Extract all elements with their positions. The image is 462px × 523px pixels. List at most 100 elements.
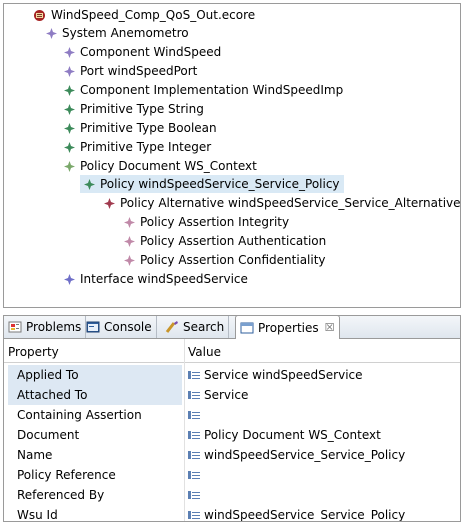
value-column-header[interactable]: Value <box>188 344 221 360</box>
properties-table-header: Property Value <box>4 342 460 363</box>
tree-item-label: Primitive Type Boolean <box>80 121 217 135</box>
tree-item-label: Primitive Type Integer <box>80 140 212 154</box>
tab-search[interactable]: Search <box>161 316 230 338</box>
tree-item[interactable]: Port windSpeedPort <box>60 62 201 80</box>
property-row[interactable]: Policy Reference <box>4 465 460 485</box>
property-key: Referenced By <box>17 488 105 502</box>
tree-item[interactable]: Component WindSpeed <box>60 43 225 61</box>
model-tree[interactable]: WindSpeed_Comp_QoS_Out.ecore System Anemo… <box>3 3 461 308</box>
diamond-icon <box>64 46 75 58</box>
reference-list-icon <box>188 411 200 419</box>
property-row[interactable]: Wsu Id windSpeedService_Service_Policy <box>4 505 460 522</box>
tree-item[interactable]: System Anemometro <box>42 24 193 42</box>
property-value[interactable]: Policy Document WS_Context <box>188 425 381 445</box>
tree-item[interactable]: Primitive Type String <box>60 100 208 118</box>
reference-list-icon <box>188 431 200 439</box>
tab-problems[interactable]: Problems <box>4 316 87 338</box>
property-row[interactable]: Referenced By <box>4 485 460 505</box>
tab-properties[interactable]: Properties ☒ <box>235 316 340 339</box>
diamond-icon <box>64 84 75 96</box>
diamond-icon <box>124 235 135 247</box>
diamond-icon <box>64 273 75 285</box>
tree-item-label: System Anemometro <box>62 26 189 40</box>
diamond-icon <box>104 197 115 209</box>
property-key: Containing Assertion <box>17 408 142 422</box>
property-row[interactable]: Containing Assertion <box>4 405 460 425</box>
property-value-text: Policy Document WS_Context <box>204 428 381 442</box>
tab-label: Search <box>183 320 225 334</box>
diamond-icon <box>64 141 75 153</box>
tree-item-label: Policy Alternative windSpeedService_Serv… <box>120 196 461 210</box>
tree-item-label: Component WindSpeed <box>80 45 222 59</box>
problems-icon <box>8 320 22 334</box>
tab-label: Properties <box>258 320 319 335</box>
ecore-resource-icon <box>33 9 46 22</box>
properties-view: Problems Console Search Properties ☒ Propert… <box>3 315 461 522</box>
tree-item-label: Policy Assertion Confidentiality <box>140 253 326 267</box>
property-value-text: Service <box>204 388 249 402</box>
tree-item[interactable]: Policy Assertion Authentication <box>120 232 330 250</box>
tab-label: Problems <box>26 320 82 334</box>
property-row[interactable]: Applied To Service windSpeedService <box>4 365 460 385</box>
search-icon <box>165 320 179 334</box>
property-value[interactable]: Service <box>188 385 248 405</box>
tree-item[interactable]: Policy Alternative windSpeedService_Serv… <box>100 194 461 212</box>
tree-item[interactable]: Primitive Type Boolean <box>60 119 221 137</box>
property-value-text: windSpeedService_Service_Policy <box>204 448 406 462</box>
diamond-icon <box>64 103 75 115</box>
close-icon[interactable]: ☒ <box>325 317 335 339</box>
tree-item-label: Policy windSpeedService_Service_Policy <box>100 177 340 191</box>
property-value[interactable] <box>188 485 204 505</box>
diamond-icon <box>84 178 95 190</box>
property-value[interactable] <box>188 405 204 425</box>
diamond-icon <box>64 65 75 77</box>
tree-item[interactable]: Component Implementation WindSpeedImp <box>60 81 347 99</box>
reference-list-icon <box>188 371 200 379</box>
tree-item[interactable]: WindSpeed_Comp_QoS_Out.ecore <box>29 6 259 24</box>
tree-item[interactable]: Interface windSpeedService <box>60 270 252 288</box>
properties-icon <box>240 321 254 335</box>
property-value[interactable]: windSpeedService_Service_Policy <box>188 505 406 522</box>
diamond-icon <box>124 254 135 266</box>
tree-item[interactable]: Policy Assertion Integrity <box>120 213 293 231</box>
property-key: Wsu Id <box>17 508 58 522</box>
property-key: Policy Reference <box>17 468 116 482</box>
tree-item[interactable]: Policy Assertion Confidentiality <box>120 251 330 269</box>
property-value-text: windSpeedService_Service_Policy <box>204 508 406 522</box>
tree-item-label: Policy Assertion Authentication <box>140 234 327 248</box>
reference-list-icon <box>188 491 200 499</box>
property-key: Document <box>17 428 80 442</box>
property-key: Attached To <box>8 385 182 405</box>
tree-item[interactable]: Policy windSpeedService_Service_Policy <box>80 175 344 193</box>
diamond-icon <box>64 160 75 172</box>
tree-item-label: Port windSpeedPort <box>80 64 198 78</box>
property-key: Applied To <box>8 365 182 385</box>
tree-item-label: Policy Document WS_Context <box>80 159 257 173</box>
reference-list-icon <box>188 471 200 479</box>
property-row[interactable]: Document Policy Document WS_Context <box>4 425 460 445</box>
tab-console[interactable]: Console <box>82 316 157 338</box>
tree-item-label: WindSpeed_Comp_QoS_Out.ecore <box>51 8 256 22</box>
reference-list-icon <box>188 391 200 399</box>
property-value[interactable]: Service windSpeedService <box>188 365 363 385</box>
property-row[interactable]: Name windSpeedService_Service_Policy <box>4 445 460 465</box>
diamond-icon <box>124 216 135 228</box>
tab-label: Console <box>104 320 152 334</box>
property-key: Name <box>17 448 53 462</box>
tree-item-label: Policy Assertion Integrity <box>140 215 290 229</box>
property-value[interactable]: windSpeedService_Service_Policy <box>188 445 405 465</box>
property-column-header[interactable]: Property <box>8 344 59 360</box>
tree-item[interactable]: Primitive Type Integer <box>60 138 215 156</box>
diamond-icon <box>46 27 57 39</box>
reference-list-icon <box>188 511 200 519</box>
view-tab-bar: Problems Console Search Properties ☒ <box>4 316 460 339</box>
property-row[interactable]: Attached To Service <box>4 385 460 405</box>
tree-item-label: Component Implementation WindSpeedImp <box>80 83 344 97</box>
property-value[interactable] <box>188 465 204 485</box>
tree-item[interactable]: Policy Document WS_Context <box>60 157 261 175</box>
tree-item-label: Interface windSpeedService <box>80 272 248 286</box>
tree-item-label: Primitive Type String <box>80 102 204 116</box>
console-icon <box>86 320 100 334</box>
diamond-icon <box>64 122 75 134</box>
property-value-text: Service windSpeedService <box>204 368 363 382</box>
